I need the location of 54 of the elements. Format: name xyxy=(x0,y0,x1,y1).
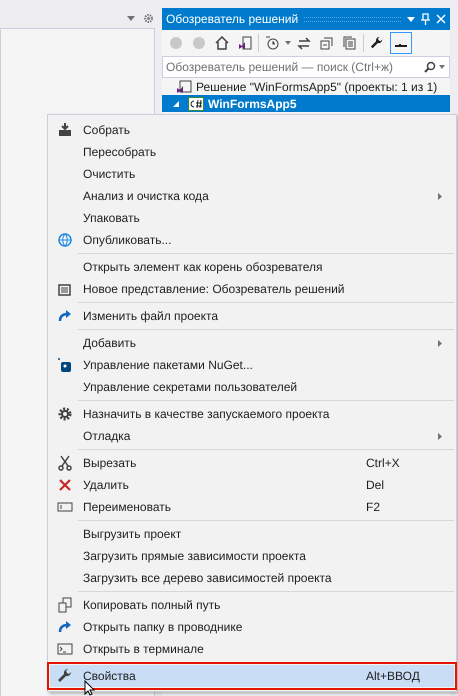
menu-item[interactable]: Упаковать xyxy=(50,207,454,229)
globe-icon xyxy=(57,232,73,248)
csharp-project-icon xyxy=(188,96,204,110)
menu-item[interactable]: Открыть элемент как корень обозревателя xyxy=(50,256,454,278)
menu-item[interactable]: Загрузить прямые зависимости проекта xyxy=(50,545,454,567)
menu-item[interactable]: Отладка xyxy=(50,425,454,447)
tree-item-label: WinFormsApp5 xyxy=(208,96,297,112)
menu-item[interactable]: Пересобрать xyxy=(50,141,454,163)
menu-item[interactable]: Открыть в терминале xyxy=(50,638,454,660)
pin-icon[interactable] xyxy=(421,13,430,25)
redo-arrow-icon xyxy=(57,308,73,324)
terminal-icon xyxy=(57,641,73,657)
menu-item[interactable]: Добавить xyxy=(50,332,454,354)
menu-item[interactable]: Новое представление: Обозреватель решений xyxy=(50,278,454,300)
dropdown-caret-icon[interactable] xyxy=(407,16,415,22)
dropdown-caret-icon[interactable] xyxy=(436,65,446,69)
gear-icon[interactable] xyxy=(143,12,154,24)
menu-item[interactable]: Открыть папку в проводнике xyxy=(50,616,454,638)
tree-item[interactable]: Решение "WinFormsApp5" (проекты: 1 из 1) xyxy=(162,78,450,95)
dropdown-caret-icon[interactable] xyxy=(127,16,135,20)
dropdown-caret-icon[interactable] xyxy=(285,41,291,45)
menu-item[interactable]: Опубликовать... xyxy=(50,229,454,251)
menu-item[interactable]: Удалить Del xyxy=(50,474,454,496)
menu-item[interactable]: Свойства Alt+ВВОД xyxy=(50,665,454,687)
gear-icon xyxy=(57,406,73,422)
menu-item[interactable]: Назначить в качестве запускаемого проекта xyxy=(50,403,454,425)
expanded-arrow-icon[interactable] xyxy=(172,100,180,108)
menu-item[interactable]: Вырезать Ctrl+X xyxy=(50,452,454,474)
menu-item[interactable]: Собрать xyxy=(50,119,454,141)
tree-item-label: Решение "WinFormsApp5" (проекты: 1 из 1) xyxy=(196,78,438,96)
menu-item[interactable]: Изменить файл проекта xyxy=(50,305,454,327)
build-icon xyxy=(57,122,73,138)
search-field[interactable]: Обозреватель решений — поиск (Ctrl+ж) xyxy=(162,56,450,78)
menu-item[interactable]: Загрузить все дерево зависимостей проекта xyxy=(50,567,454,589)
tree-item[interactable]: WinFormsApp5 xyxy=(162,95,450,112)
menu-item[interactable]: Переименовать F2 xyxy=(50,496,454,518)
close-icon[interactable] xyxy=(436,14,446,24)
package-icon xyxy=(57,357,73,373)
menu-item[interactable]: Выгрузить проект xyxy=(50,523,454,545)
menu-item[interactable]: Управление секретами пользователей xyxy=(50,376,454,398)
menu-item[interactable]: Анализ и очистка кода xyxy=(50,185,454,207)
menu-item[interactable]: Копировать полный путь xyxy=(50,594,454,616)
solution-icon xyxy=(176,80,192,94)
menu-item[interactable]: Управление пакетами NuGet... xyxy=(50,354,454,376)
preview-toggle-button[interactable] xyxy=(390,32,412,54)
wrench-icon xyxy=(57,668,73,684)
delete-icon xyxy=(57,477,73,493)
redo-arrow-icon xyxy=(57,619,73,635)
scissors-icon xyxy=(57,455,73,471)
search-icon xyxy=(424,61,436,73)
copy-icon xyxy=(57,597,73,613)
preview-icon xyxy=(395,43,407,47)
panel-title: Обозреватель решений xyxy=(166,11,298,28)
menu-item[interactable]: Очистить xyxy=(50,163,454,185)
